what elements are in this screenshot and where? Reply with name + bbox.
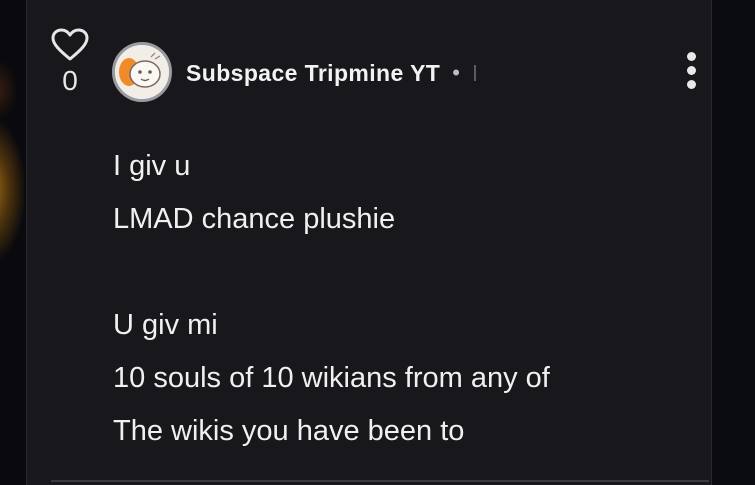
like-count: 0 xyxy=(62,65,78,96)
avatar[interactable] xyxy=(112,42,172,102)
comment-body: I giv u LMAD chance plushie U giv mi 10 … xyxy=(113,140,693,458)
menu-dot xyxy=(686,80,696,89)
menu-dot xyxy=(686,66,696,75)
comment-line: U giv mi xyxy=(113,309,218,341)
comment-card: 0 Subspace Tripmine YT • I giv u LMAD ch… xyxy=(26,0,712,485)
comment-line: LMAD chance plushie xyxy=(113,203,396,235)
timestamp-truncated xyxy=(473,65,476,81)
background-glow-top xyxy=(0,60,18,120)
heart-icon[interactable] xyxy=(49,28,91,62)
author-name[interactable]: Subspace Tripmine YT xyxy=(186,60,440,87)
like-control[interactable]: 0 xyxy=(49,28,91,98)
comment-line: The wikis you have been to xyxy=(113,415,465,447)
avatar-image xyxy=(115,45,169,99)
comment-blank-line xyxy=(113,246,693,299)
author-row: Subspace Tripmine YT • xyxy=(186,56,476,90)
comment-view: 0 Subspace Tripmine YT • I giv u LMAD ch… xyxy=(0,0,755,485)
divider xyxy=(51,480,709,482)
more-vertical-icon[interactable] xyxy=(679,52,703,92)
background-glow xyxy=(0,120,24,260)
menu-dot xyxy=(686,52,696,61)
meta-separator: • xyxy=(452,60,460,85)
comment-line: 10 souls of 10 wikians from any of xyxy=(113,362,550,394)
comment-line: I giv u xyxy=(113,150,191,182)
background-art-strip xyxy=(0,0,26,485)
